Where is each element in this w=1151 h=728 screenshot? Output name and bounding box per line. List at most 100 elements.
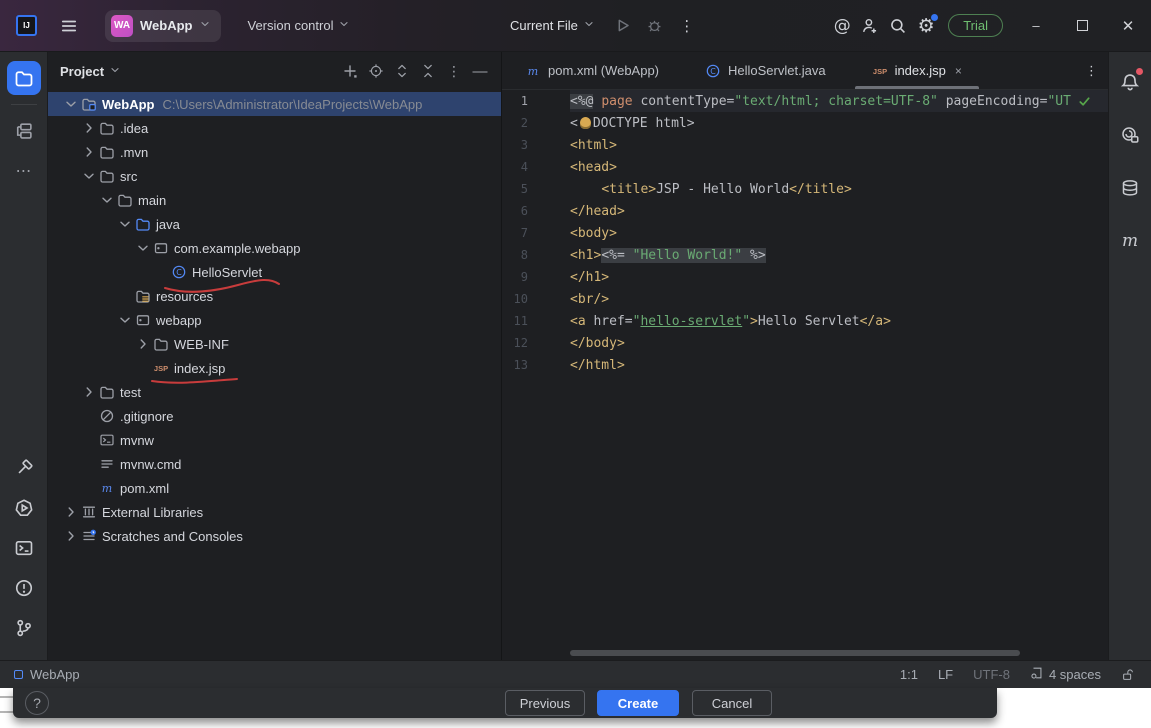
- run-configuration-select[interactable]: Current File: [510, 18, 595, 33]
- horizontal-scrollbar[interactable]: [570, 650, 1020, 656]
- code-line-5[interactable]: 5 <title>JSP - Hello World</title>: [502, 178, 1108, 200]
- settings-gear-icon[interactable]: ⚙: [912, 12, 940, 40]
- select-opened-file-icon[interactable]: [363, 58, 389, 84]
- line-number[interactable]: 3: [502, 138, 528, 152]
- line-number[interactable]: 13: [502, 358, 528, 372]
- terminal-icon[interactable]: [7, 531, 41, 565]
- chevron-down-icon[interactable]: [116, 216, 134, 232]
- chevron-down-icon[interactable]: [109, 64, 121, 79]
- editor-tab-pom-xml-webapp-[interactable]: mpom.xml (WebApp): [502, 52, 682, 89]
- build-hammer-icon[interactable]: [7, 451, 41, 485]
- chevron-right-icon[interactable]: [134, 336, 152, 352]
- tree-item-test[interactable]: test: [48, 380, 501, 404]
- line-number[interactable]: 2: [502, 116, 528, 130]
- editor-tab-index-jsp[interactable]: JSPindex.jsp×: [849, 52, 985, 89]
- tree-item-src[interactable]: src: [48, 164, 501, 188]
- help-button[interactable]: ?: [25, 691, 49, 715]
- tree-item--gitignore[interactable]: .gitignore: [48, 404, 501, 428]
- encoding-widget[interactable]: UTF-8: [973, 667, 1010, 682]
- tree-item-helloservlet[interactable]: CHelloServlet: [48, 260, 501, 284]
- code-line-10[interactable]: 10<br/>: [502, 288, 1108, 310]
- tree-item-index-jsp[interactable]: JSPindex.jsp: [48, 356, 501, 380]
- line-separator-widget[interactable]: LF: [938, 667, 953, 682]
- notifications-bell-icon[interactable]: [1113, 65, 1147, 99]
- options-kebab-icon[interactable]: ⋮: [441, 58, 467, 84]
- tree-item-main[interactable]: main: [48, 188, 501, 212]
- inspection-ok-check-icon[interactable]: [1077, 94, 1092, 113]
- expand-all-icon[interactable]: [389, 58, 415, 84]
- indent-widget[interactable]: 4 spaces: [1030, 666, 1101, 683]
- chevron-down-icon[interactable]: [80, 168, 98, 184]
- chevron-down-icon[interactable]: [116, 312, 134, 328]
- chevron-right-icon[interactable]: [80, 144, 98, 160]
- line-number[interactable]: 1: [502, 94, 528, 108]
- tree-item-web-inf[interactable]: WEB-INF: [48, 332, 501, 356]
- editor-tab-helloservlet-java[interactable]: CHelloServlet.java: [682, 52, 849, 89]
- chevron-down-icon[interactable]: [134, 240, 152, 256]
- tree-item--idea[interactable]: .idea: [48, 116, 501, 140]
- line-number[interactable]: 11: [502, 314, 528, 328]
- tree-item-external-libraries[interactable]: External Libraries: [48, 500, 501, 524]
- search-icon[interactable]: [884, 12, 912, 40]
- trial-button[interactable]: Trial: [948, 14, 1003, 37]
- git-branch-icon[interactable]: [7, 611, 41, 645]
- previous-button[interactable]: Previous: [505, 690, 585, 716]
- run-play-icon[interactable]: [609, 12, 637, 40]
- more-toolwindows-icon[interactable]: ⋯: [7, 154, 41, 188]
- chevron-right-icon[interactable]: [80, 384, 98, 400]
- line-number[interactable]: 4: [502, 160, 528, 174]
- line-number[interactable]: 5: [502, 182, 528, 196]
- code-line-7[interactable]: 7<body>: [502, 222, 1108, 244]
- tree-item-scratches-and-consoles[interactable]: Scratches and Consoles: [48, 524, 501, 548]
- code-line-8[interactable]: 8<h1><%= "Hello World!" %>: [502, 244, 1108, 266]
- line-number[interactable]: 12: [502, 336, 528, 350]
- problems-icon[interactable]: [7, 571, 41, 605]
- hide-panel-icon[interactable]: —: [467, 58, 493, 84]
- code-line-6[interactable]: 6</head>: [502, 200, 1108, 222]
- add-icon[interactable]: [337, 58, 363, 84]
- close-icon[interactable]: ✕: [1105, 8, 1151, 44]
- line-number[interactable]: 7: [502, 226, 528, 240]
- version-control-menu[interactable]: Version control: [247, 18, 350, 33]
- chevron-down-icon[interactable]: [98, 192, 116, 208]
- caret-position-widget[interactable]: 1:1: [900, 667, 918, 682]
- line-number[interactable]: 10: [502, 292, 528, 306]
- code-line-11[interactable]: 11<a href="hello-servlet">Hello Servlet<…: [502, 310, 1108, 332]
- code-line-12[interactable]: 12</body>: [502, 332, 1108, 354]
- code-editor[interactable]: 1<%@ page contentType="text/html; charse…: [502, 90, 1108, 376]
- maximize-icon[interactable]: [1059, 8, 1105, 44]
- line-number[interactable]: 6: [502, 204, 528, 218]
- chevron-down-icon[interactable]: [62, 96, 80, 112]
- tree-item-resources[interactable]: resources: [48, 284, 501, 308]
- code-line-3[interactable]: 3<html>: [502, 134, 1108, 156]
- line-number[interactable]: 8: [502, 248, 528, 262]
- add-user-icon[interactable]: [856, 12, 884, 40]
- code-with-me-icon[interactable]: @: [828, 12, 856, 40]
- intellij-logo-icon[interactable]: IJ: [16, 15, 37, 36]
- more-kebab-icon[interactable]: ⋮: [673, 12, 701, 40]
- structure-toolwindow-button[interactable]: [7, 114, 41, 148]
- tree-item-mvnw[interactable]: mvnw: [48, 428, 501, 452]
- cancel-button[interactable]: Cancel: [692, 690, 772, 716]
- collapse-all-icon[interactable]: [415, 58, 441, 84]
- ai-assistant-icon[interactable]: [1113, 118, 1147, 152]
- code-line-1[interactable]: 1<%@ page contentType="text/html; charse…: [502, 90, 1108, 112]
- debug-bug-icon[interactable]: [641, 12, 669, 40]
- create-button[interactable]: Create: [597, 690, 679, 716]
- code-line-2[interactable]: 2<DOCTYPE html>: [502, 112, 1108, 134]
- database-icon[interactable]: [1113, 171, 1147, 205]
- chevron-right-icon[interactable]: [62, 504, 80, 520]
- line-number[interactable]: 9: [502, 270, 528, 284]
- project-switcher[interactable]: WA WebApp: [105, 10, 221, 42]
- chevron-right-icon[interactable]: [62, 528, 80, 544]
- tree-item-webapp[interactable]: WebAppC:\Users\Administrator\IdeaProject…: [48, 92, 501, 116]
- status-project-widget[interactable]: WebApp: [14, 667, 80, 682]
- tree-item--mvn[interactable]: .mvn: [48, 140, 501, 164]
- code-line-9[interactable]: 9</h1>: [502, 266, 1108, 288]
- tab-close-icon[interactable]: ×: [955, 64, 962, 78]
- minimize-icon[interactable]: –: [1013, 8, 1059, 44]
- maven-toolwindow-icon[interactable]: m: [1113, 224, 1147, 258]
- chevron-right-icon[interactable]: [80, 120, 98, 136]
- tab-options-kebab-icon[interactable]: ⋮: [1085, 52, 1098, 90]
- tree-item-mvnw-cmd[interactable]: mvnw.cmd: [48, 452, 501, 476]
